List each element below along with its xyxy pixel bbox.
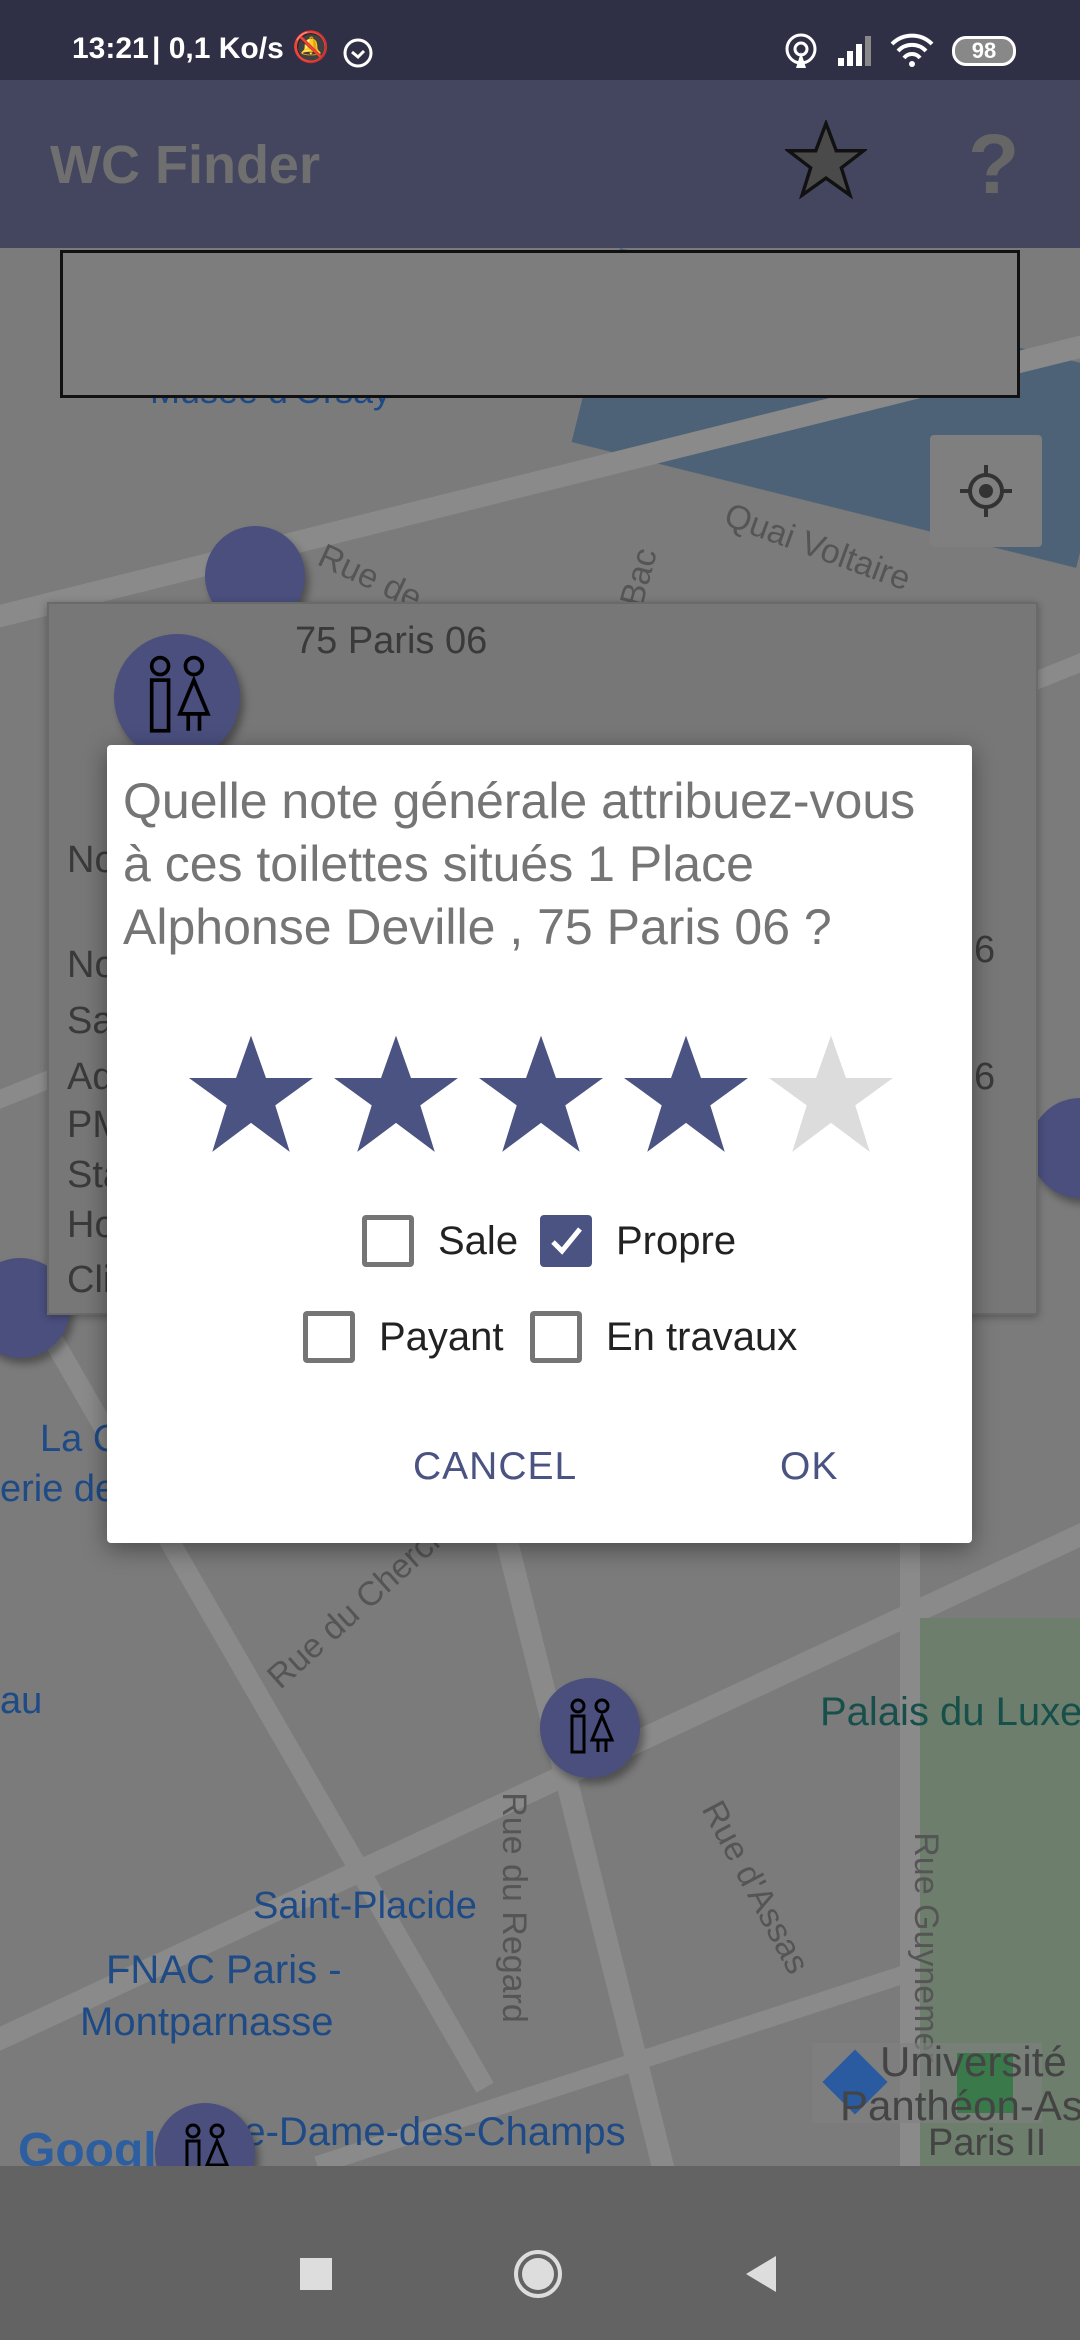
- map-label: au: [0, 1680, 43, 1722]
- star-filled-icon[interactable]: [189, 1035, 313, 1155]
- checkbox-sale[interactable]: Sale: [362, 1215, 518, 1267]
- card-row: Cli: [67, 1259, 112, 1301]
- battery-icon: 98: [952, 36, 1016, 66]
- crosshair-icon: [960, 465, 1012, 517]
- recents-square-icon[interactable]: [300, 2258, 332, 2290]
- ad-banner[interactable]: [60, 250, 1020, 398]
- bell-off-icon: 🔕: [292, 31, 330, 64]
- star-filled-icon[interactable]: [624, 1035, 748, 1155]
- map-label: Paris II: [928, 2122, 1047, 2164]
- status-time: 13:21: [72, 32, 149, 65]
- toilet-icon: [114, 634, 240, 760]
- star-filled-icon[interactable]: [334, 1035, 458, 1155]
- toilet-marker[interactable]: [540, 1678, 640, 1778]
- checkmark-icon: [551, 1227, 582, 1255]
- checkbox-label: Sale: [438, 1218, 519, 1263]
- wifi-icon: [890, 33, 934, 67]
- star-empty-icon[interactable]: [769, 1035, 893, 1155]
- map-label: erie de: [0, 1468, 117, 1510]
- checkbox-label: Payant: [379, 1314, 504, 1359]
- status-bar: 13:21 | 0,1 Ko/s 🔕 98: [0, 0, 1080, 80]
- checkbox-box-checked[interactable]: [540, 1215, 592, 1267]
- card-address: 75 Paris 06: [295, 620, 488, 662]
- map-label: Saint-Placide: [253, 1885, 477, 1927]
- network-speed: | 0,1 Ko/s: [152, 32, 284, 65]
- navigation-bar: [0, 2166, 1080, 2340]
- map-label: Montparnasse: [80, 2000, 334, 2044]
- map-label: Bac: [612, 544, 665, 611]
- rating-dialog: Quelle note générale attribuez-vous à ce…: [107, 745, 972, 1543]
- checkbox-label: Propre: [616, 1218, 737, 1263]
- star-filled-icon[interactable]: [479, 1035, 603, 1155]
- checkbox-propre[interactable]: Propre: [540, 1215, 736, 1267]
- map-label: Rue d'Assas: [694, 1794, 817, 1980]
- card-row-right: 6: [974, 929, 996, 971]
- battery-level: 98: [971, 38, 997, 63]
- checkbox-payant[interactable]: Payant: [303, 1311, 504, 1363]
- ok-button[interactable]: OK: [780, 1445, 838, 1489]
- map-label: FNAC Paris -: [106, 1948, 342, 1992]
- map-label: Rue du Regard: [494, 1792, 533, 2023]
- back-triangle-icon[interactable]: [744, 2254, 778, 2294]
- my-location-button[interactable]: [930, 435, 1042, 547]
- map-label: re-Dame-des-Champs: [230, 2110, 626, 2154]
- hotspot-icon: [785, 33, 817, 68]
- signal-icon: [838, 36, 871, 66]
- cancel-button[interactable]: CANCEL: [413, 1445, 577, 1489]
- app-title: WC Finder: [50, 135, 320, 195]
- checkbox-box[interactable]: [530, 1311, 582, 1363]
- checkbox-en-travaux[interactable]: En travaux: [530, 1311, 797, 1363]
- card-row-right: 6: [974, 1056, 996, 1098]
- star-favorites-icon[interactable]: [785, 120, 867, 202]
- map-label: Université: [880, 2038, 1067, 2085]
- app-bar: WC Finder ?: [0, 80, 1080, 248]
- checkbox-box[interactable]: [362, 1215, 414, 1267]
- map-label: Rue Guynemer: [906, 1832, 945, 2063]
- dialog-question: Quelle note générale attribuez-vous à ce…: [123, 773, 916, 955]
- checkbox-box[interactable]: [303, 1311, 355, 1363]
- alarm-icon: [343, 38, 373, 68]
- help-icon[interactable]: ?: [968, 116, 1019, 213]
- checkbox-label: En travaux: [606, 1314, 798, 1359]
- map-label: Palais du Luxe: [820, 1690, 1080, 1734]
- home-circle-icon[interactable]: [514, 2250, 562, 2298]
